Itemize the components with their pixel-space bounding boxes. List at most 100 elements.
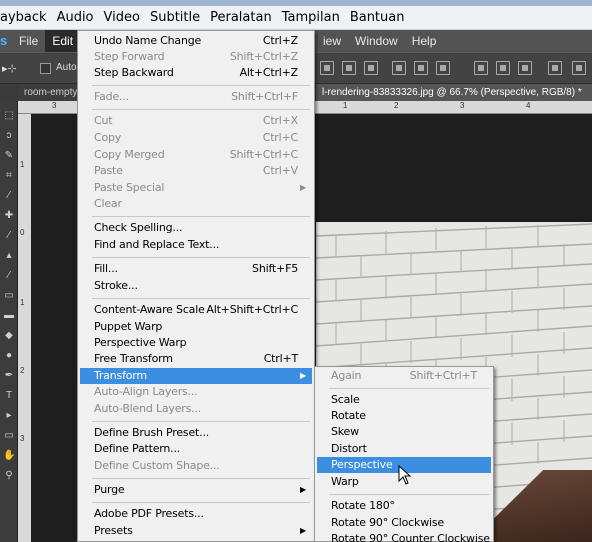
menu-item-find-and-replace-text[interactable]: Find and Replace Text... bbox=[80, 237, 312, 253]
menu-item-fill[interactable]: Fill... Shift+F5 bbox=[80, 261, 312, 277]
path-select-tool-icon[interactable]: ▸ bbox=[3, 410, 15, 422]
menu-item-undo-name-change[interactable]: Undo Name Change Ctrl+Z bbox=[80, 33, 312, 49]
distribute-left-icon[interactable] bbox=[548, 61, 562, 75]
menu-item-auto-blend-layers[interactable]: Auto-Blend Layers... bbox=[80, 401, 312, 417]
auto-select-checkbox[interactable] bbox=[40, 63, 51, 74]
vlc-menu-video[interactable]: Video bbox=[104, 10, 150, 25]
tab-doc-rendering[interactable]: l-rendering-83833326.jpg @ 66.7% (Perspe… bbox=[316, 84, 592, 101]
menu-item-label: Step Forward bbox=[94, 50, 165, 63]
menu-item-purge[interactable]: Purge ▶ bbox=[80, 482, 312, 498]
lasso-tool-icon[interactable]: ↄ bbox=[3, 130, 15, 142]
vertical-ruler: 1 0 1 2 3 bbox=[18, 114, 31, 542]
align-right-icon[interactable] bbox=[436, 61, 450, 75]
crop-tool-icon[interactable]: ⌗ bbox=[3, 170, 15, 182]
submenu-item-rotate[interactable]: Rotate bbox=[317, 408, 491, 424]
submenu-item-rotate-90-counter-clockwise[interactable]: Rotate 90° Counter Clockwise bbox=[317, 531, 491, 542]
menu-item-content-aware-scale[interactable]: Content-Aware Scale Alt+Shift+Ctrl+C bbox=[80, 302, 312, 318]
submenu-arrow-icon: ▶ bbox=[300, 183, 306, 192]
menu-item-free-transform[interactable]: Free Transform Ctrl+T bbox=[80, 351, 312, 367]
menu-item-auto-align-layers[interactable]: Auto-Align Layers... bbox=[80, 384, 312, 400]
submenu-item-scale[interactable]: Scale bbox=[317, 392, 491, 408]
menu-item-check-spelling[interactable]: Check Spelling... bbox=[80, 220, 312, 236]
vlc-menu-subtitle[interactable]: Subtitle bbox=[150, 10, 210, 25]
menu-item-label: Paste Special bbox=[94, 181, 165, 194]
menu-item-fade[interactable]: Fade... Shift+Ctrl+F bbox=[80, 89, 312, 105]
ps-menu-view[interactable]: iew bbox=[316, 30, 348, 52]
gradient-tool-icon[interactable]: ▬ bbox=[3, 310, 15, 322]
menu-separator bbox=[329, 494, 489, 495]
menu-item-copy-merged[interactable]: Copy Merged Shift+Ctrl+C bbox=[80, 147, 312, 163]
submenu-item-label: Rotate bbox=[331, 409, 366, 422]
menu-item-adobe-pdf-presets[interactable]: Adobe PDF Presets... bbox=[80, 506, 312, 522]
menu-item-step-backward[interactable]: Step Backward Alt+Ctrl+Z bbox=[80, 65, 312, 81]
menu-item-presets[interactable]: Presets ▶ bbox=[80, 523, 312, 539]
move-tool-icon[interactable]: ▸⊹ bbox=[2, 62, 17, 75]
eraser-tool-icon[interactable]: ▭ bbox=[3, 290, 15, 302]
ps-menu-help[interactable]: Help bbox=[405, 30, 444, 52]
submenu-item-rotate-90-clockwise[interactable]: Rotate 90° Clockwise bbox=[317, 515, 491, 531]
menu-item-step-forward[interactable]: Step Forward Shift+Ctrl+Z bbox=[80, 49, 312, 65]
vlc-menu-tampilan[interactable]: Tampilan bbox=[282, 10, 350, 25]
dodge-tool-icon[interactable]: ● bbox=[3, 350, 15, 362]
shape-tool-icon[interactable]: ▭ bbox=[3, 430, 15, 442]
menu-item-clear[interactable]: Clear bbox=[80, 196, 312, 212]
menu-item-label: Copy Merged bbox=[94, 148, 165, 161]
submenu-item-label: Warp bbox=[331, 475, 359, 488]
vlc-menu-bantuan[interactable]: Bantuan bbox=[350, 10, 415, 25]
quick-select-tool-icon[interactable]: ✎ bbox=[3, 150, 15, 162]
ps-menu-window[interactable]: Window bbox=[348, 30, 405, 52]
menu-item-label: Presets bbox=[94, 524, 133, 537]
submenu-item-distort[interactable]: Distort bbox=[317, 441, 491, 457]
healing-tool-icon[interactable]: ✚ bbox=[3, 210, 15, 222]
menu-item-define-brush-preset[interactable]: Define Brush Preset... bbox=[80, 425, 312, 441]
vlc-menu-peralatan[interactable]: Peralatan bbox=[210, 10, 282, 25]
menu-item-label: Transform bbox=[94, 369, 147, 382]
ps-menu-edit[interactable]: Edit bbox=[45, 30, 81, 52]
menu-item-transform[interactable]: Transform ▶ bbox=[80, 368, 312, 384]
align-left-icon[interactable] bbox=[392, 61, 406, 75]
history-brush-tool-icon[interactable]: ⁄ bbox=[3, 270, 15, 282]
marquee-tool-icon[interactable]: ⬚ bbox=[3, 110, 15, 122]
menu-item-puppet-warp[interactable]: Puppet Warp bbox=[80, 319, 312, 335]
align-vcenter-icon[interactable] bbox=[342, 61, 356, 75]
ruler-tick: 1 bbox=[343, 101, 348, 110]
tab-doc-room-empty[interactable]: room-empty bbox=[18, 84, 80, 101]
distribute-hcenter-icon[interactable] bbox=[572, 61, 586, 75]
menu-item-cut[interactable]: Cut Ctrl+X bbox=[80, 113, 312, 129]
zoom-tool-icon[interactable]: ⚲ bbox=[3, 470, 15, 482]
ps-menu-file[interactable]: File bbox=[12, 30, 45, 52]
vlc-menu-audio[interactable]: Audio bbox=[57, 10, 104, 25]
menu-item-define-pattern[interactable]: Define Pattern... bbox=[80, 441, 312, 457]
type-tool-icon[interactable]: T bbox=[3, 390, 15, 402]
align-hcenter-icon[interactable] bbox=[414, 61, 428, 75]
hand-tool-icon[interactable]: ✋ bbox=[3, 450, 15, 462]
align-top-icon[interactable] bbox=[320, 61, 334, 75]
menu-separator bbox=[92, 502, 310, 503]
vlc-menu-playback[interactable]: ayback bbox=[0, 10, 57, 25]
menu-item-perspective-warp[interactable]: Perspective Warp bbox=[80, 335, 312, 351]
menu-item-label: Free Transform bbox=[94, 352, 173, 365]
menu-item-paste[interactable]: Paste Ctrl+V bbox=[80, 163, 312, 179]
eyedropper-tool-icon[interactable]: ⁄ bbox=[3, 190, 15, 202]
menu-item-paste-special[interactable]: Paste Special ▶ bbox=[80, 180, 312, 196]
menu-item-label: Find and Replace Text... bbox=[94, 238, 220, 251]
menu-item-stroke[interactable]: Stroke... bbox=[80, 278, 312, 294]
brush-tool-icon[interactable]: ⁄ bbox=[3, 230, 15, 242]
distribute-top-icon[interactable] bbox=[474, 61, 488, 75]
submenu-item-skew[interactable]: Skew bbox=[317, 424, 491, 440]
edit-menu: Undo Name Change Ctrl+Z Step Forward Shift+… bbox=[77, 30, 315, 542]
submenu-item-rotate-180[interactable]: Rotate 180° bbox=[317, 498, 491, 514]
menu-item-define-custom-shape[interactable]: Define Custom Shape... bbox=[80, 458, 312, 474]
blur-tool-icon[interactable]: ◆ bbox=[3, 330, 15, 342]
distribute-bottom-icon[interactable] bbox=[518, 61, 532, 75]
stamp-tool-icon[interactable]: ▴ bbox=[3, 250, 15, 262]
menu-item-label: Purge bbox=[94, 483, 125, 496]
submenu-item-label: Distort bbox=[331, 442, 367, 455]
align-bottom-icon[interactable] bbox=[364, 61, 378, 75]
pen-tool-icon[interactable]: ✒ bbox=[3, 370, 15, 382]
distribute-vcenter-icon[interactable] bbox=[496, 61, 510, 75]
submenu-item-again[interactable]: Again Shift+Ctrl+T bbox=[317, 368, 491, 384]
submenu-item-label: Scale bbox=[331, 393, 360, 406]
transform-submenu: Again Shift+Ctrl+T Scale Rotate Skew Distort P… bbox=[314, 366, 494, 542]
menu-item-copy[interactable]: Copy Ctrl+C bbox=[80, 130, 312, 146]
